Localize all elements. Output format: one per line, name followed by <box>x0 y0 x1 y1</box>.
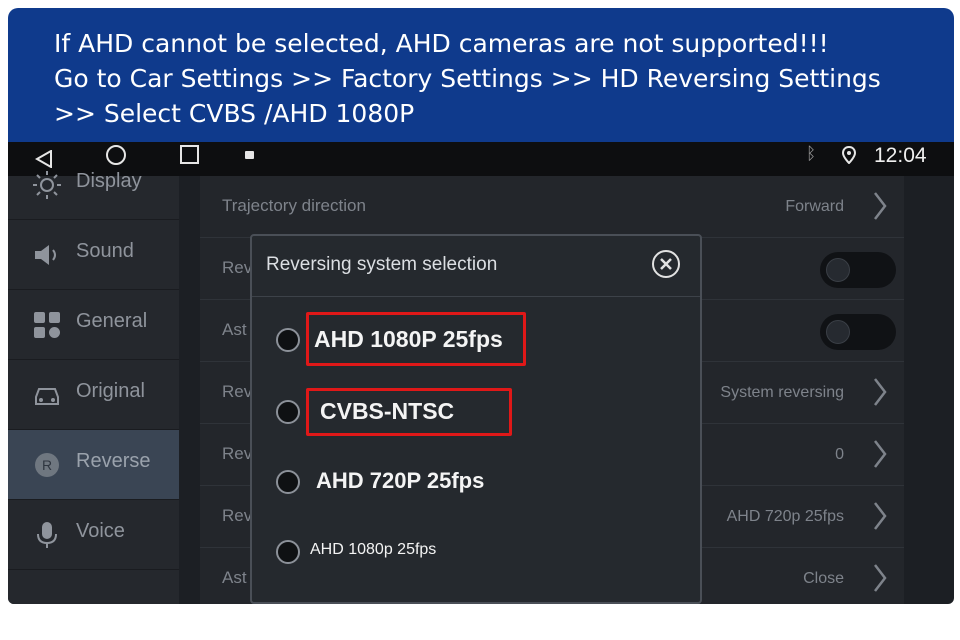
car-icon <box>32 380 62 410</box>
banner-line-3: >> Select CVBS /AHD 1080P <box>54 99 415 128</box>
toggle-switch[interactable] <box>820 314 896 350</box>
option-label: AHD 720P 25fps <box>316 468 485 493</box>
sidebar-item-label: General <box>76 310 148 332</box>
recent-apps-icon[interactable] <box>180 145 199 164</box>
sidebar-item-label: Display <box>76 170 142 192</box>
setting-label: Ast <box>222 320 247 339</box>
option-cvbs-ntsc[interactable]: CVBS-NTSC <box>274 392 694 432</box>
chevron-right-icon <box>872 376 888 413</box>
reverse-r-icon: R <box>32 450 62 480</box>
bluetooth-icon: ᛒ <box>806 144 817 163</box>
setting-value: Close <box>803 570 844 587</box>
radio-button[interactable] <box>276 400 300 424</box>
radio-button[interactable] <box>276 470 300 494</box>
sidebar-item-voice[interactable]: Voice <box>8 500 179 570</box>
settings-sidebar: Display Sound General Original R Reverse <box>8 170 179 604</box>
speaker-icon <box>32 240 62 270</box>
setting-value: Forward <box>785 198 844 215</box>
chevron-right-icon <box>872 500 888 537</box>
setting-label: Rev <box>222 506 253 525</box>
setting-label: Trajectory direction <box>222 196 366 215</box>
setting-value: System reversing <box>720 384 844 401</box>
sidebar-item-label: Voice <box>76 520 125 542</box>
toggle-switch[interactable] <box>820 252 896 288</box>
setting-row-trajectory[interactable]: Trajectory direction Forward <box>200 176 904 238</box>
reversing-system-dialog: Reversing system selection AHD 1080P 25f… <box>250 234 702 604</box>
notification-icon <box>245 151 254 159</box>
option-ahd-720p[interactable]: AHD 720P 25fps <box>274 462 694 502</box>
sidebar-item-label: Reverse <box>76 450 151 472</box>
option-ahd-1080p[interactable]: AHD 1080P 25fps <box>274 320 694 360</box>
sidebar-item-original[interactable]: Original <box>8 360 179 430</box>
option-label: CVBS-NTSC <box>320 398 455 424</box>
sidebar-item-reverse[interactable]: R Reverse <box>8 430 179 500</box>
sidebar-item-sound[interactable]: Sound <box>8 220 179 290</box>
chevron-right-icon <box>872 438 888 475</box>
option-ahd-1080p-lower[interactable]: AHD 1080p 25fps <box>274 532 694 572</box>
clock: 12:04 <box>874 144 927 167</box>
sidebar-item-label: Original <box>76 380 145 402</box>
microphone-icon <box>32 520 62 550</box>
chevron-right-icon <box>872 562 888 599</box>
radio-button[interactable] <box>276 328 300 352</box>
instruction-banner: If AHD cannot be selected, AHD cameras a… <box>8 8 954 142</box>
radio-button[interactable] <box>276 540 300 564</box>
option-label: AHD 1080P 25fps <box>314 326 503 352</box>
setting-label: Rev <box>222 444 253 463</box>
setting-label: Rev <box>222 382 253 401</box>
toggle-knob <box>826 258 850 282</box>
option-label: AHD 1080p 25fps <box>310 541 437 558</box>
toggle-knob <box>826 320 850 344</box>
sidebar-item-display[interactable]: Display <box>8 150 179 220</box>
close-icon[interactable] <box>652 250 680 278</box>
dialog-divider <box>252 296 700 297</box>
sidebar-item-general[interactable]: General <box>8 290 179 360</box>
setting-value: AHD 720p 25fps <box>726 508 844 525</box>
setting-value: 0 <box>835 446 844 463</box>
sidebar-item-label: Sound <box>76 240 134 262</box>
dialog-title: Reversing system selection <box>266 254 498 275</box>
grid-icon <box>32 310 62 340</box>
setting-label: Rev <box>222 258 253 277</box>
banner-line-1: If AHD cannot be selected, AHD cameras a… <box>54 29 829 58</box>
setting-label: Ast <box>222 568 247 587</box>
svg-text:R: R <box>42 457 52 473</box>
head-unit-screen: ᛒ 12:04 Display Sound General Original R… <box>8 142 954 604</box>
location-pin-icon <box>841 145 857 169</box>
banner-line-2: Go to Car Settings >> Factory Settings >… <box>54 64 881 93</box>
chevron-right-icon <box>872 190 888 227</box>
brightness-icon <box>32 170 62 200</box>
